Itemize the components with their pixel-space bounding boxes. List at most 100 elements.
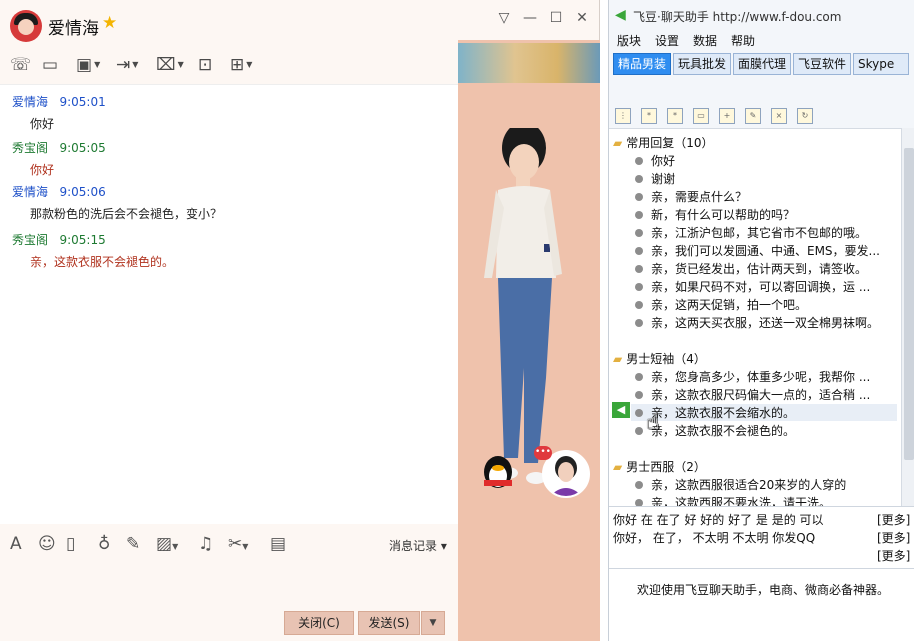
banner-ad[interactable] (458, 43, 600, 83)
reply-item[interactable]: 亲，货已经发出，估计两天到，请签收。 (635, 260, 891, 277)
message-item: 秀宝阁 9:05:05 你好 (12, 139, 106, 177)
vip-star-icon: ★ (102, 13, 118, 33)
message-text: 你好 (30, 117, 55, 131)
feidou-helper-window: ◀ 飞豆·聊天助手 http://www.f-dou.com 版块 设置 数据 … (608, 0, 914, 641)
delete-item-icon[interactable]: × (771, 108, 787, 124)
reply-item[interactable]: 亲，这款西服不要水洗，请干洗。 (635, 494, 891, 506)
category-tab-skype[interactable]: Skype (853, 53, 909, 75)
message-sender: 秀宝阁 9:05:15 (12, 233, 106, 247)
file-transfer-icon[interactable]: ⇥ ▼ (116, 54, 138, 76)
tree-view-icon[interactable]: ⋮ (615, 108, 631, 124)
reply-item[interactable]: 新，有什么可以帮助的吗？ (635, 206, 891, 223)
music-icon[interactable]: ♫ (198, 534, 213, 554)
message-sender: 爱情海 9:05:06 (12, 185, 106, 199)
reply-item[interactable]: 亲，我们可以发圆通、中通、EMS，要发... (635, 242, 891, 259)
close-window-button[interactable]: ✕ (572, 8, 592, 28)
new-group-icon[interactable]: * (641, 108, 657, 124)
voice-icon[interactable]: ♁ (98, 534, 110, 554)
contact-avatar[interactable] (10, 10, 42, 42)
scrollbar-thumb[interactable] (904, 148, 914, 460)
edit-item-icon[interactable]: ✎ (745, 108, 761, 124)
message-list[interactable]: 爱情海 9:05:01 你好 秀宝阁 9:05:05 你好 爱情海 9:05:0… (0, 84, 458, 524)
helper-menu-bar: 版块 设置 数据 帮助 (609, 30, 914, 50)
title-bar: 爱情海 ★ ▽ — ☐ ✕ (0, 0, 600, 42)
shop-icon[interactable]: ▤ (270, 534, 286, 554)
reply-item[interactable]: 亲，江浙沪包邮，其它省市不包邮的哦。 (635, 224, 891, 241)
menu-item-settings[interactable]: 设置 (655, 32, 679, 49)
folder-open-icon: ▰ (613, 460, 623, 474)
back-arrow-icon[interactable]: ◀ (615, 7, 626, 23)
send-button[interactable]: 发送(S) (358, 611, 420, 635)
vibrate-icon[interactable]: ▯ (66, 534, 75, 554)
folder-open-icon: ▰ (613, 136, 623, 150)
pen-icon[interactable]: ✎ (126, 534, 140, 554)
screen-share-icon[interactable]: ▣ ▼ (76, 54, 100, 76)
category-tab-mask[interactable]: 面膜代理 (733, 53, 792, 75)
reply-item[interactable]: 亲，这两天买衣服，还送一双全棉男袜啊。 (635, 314, 891, 331)
qq-chat-window: 爱情海 ★ ▽ — ☐ ✕ ☏ ▭ ▣ ▼ ⇥ ▼ ⌧ ▼ ⊡ ⊞ ▼ 爱情海 9:05… (0, 0, 600, 641)
contact-name[interactable]: 爱情海 (48, 14, 99, 39)
more-link[interactable]: [更多] (877, 529, 910, 546)
emoji-icon[interactable]: ☺ (38, 534, 56, 554)
reply-item[interactable]: 亲，需要点什么？ (635, 188, 891, 205)
typing-badge: ••• (534, 446, 552, 460)
tree-scrollbar[interactable] (901, 128, 914, 506)
send-arrow-icon[interactable]: ◀ (612, 402, 630, 418)
reply-item[interactable]: 亲，如果尺码不对，可以寄回调换，运 ... (635, 278, 891, 295)
quick-phrases: 你好 在 在了 好 好的 好了 是 是的 可以 你好， 在了， 不太明 不太明 … (609, 506, 914, 568)
helper-app-title: 飞豆·聊天助手 http://www.f-dou.com (633, 10, 842, 24)
category-tab-software[interactable]: 飞豆软件 (793, 53, 852, 75)
qq-penguin-icon[interactable] (478, 450, 518, 490)
helper-toolbar: ⋮ * * ▭ + ✎ × ↻ (609, 104, 914, 130)
phone-icon[interactable]: ☏ (10, 54, 31, 76)
reply-item[interactable]: 亲，这款西服很适合20来岁的人穿的 (635, 476, 891, 493)
group-common-replies[interactable]: ▰ 常用回复（10） (613, 134, 714, 151)
reply-item[interactable]: 谢谢 (635, 170, 891, 187)
more-link[interactable]: [更多] (877, 547, 910, 564)
close-button[interactable]: 关闭(C) (284, 611, 354, 635)
menu-item-help[interactable]: 帮助 (731, 32, 755, 49)
history-link[interactable]: 消息记录 ▾ (389, 537, 447, 554)
dropdown-icon[interactable]: ▽ (494, 8, 514, 28)
menu-item-sections[interactable]: 版块 (617, 32, 641, 49)
folder-icon[interactable]: ▭ (693, 108, 709, 124)
category-tab-toys[interactable]: 玩具批发 (673, 53, 732, 75)
image-icon[interactable]: ▨▼ (156, 534, 178, 557)
minimize-button[interactable]: — (520, 8, 540, 28)
new-subgroup-icon[interactable]: * (667, 108, 683, 124)
message-text: 亲，这款衣服不会褪色的。 (30, 255, 175, 269)
qq-show-panel: ••• (458, 40, 600, 641)
video-call-icon[interactable]: ▭ (42, 54, 58, 76)
reply-item[interactable]: 亲，这款衣服尺码偏大一点的，适合稍 ... (635, 386, 891, 403)
screenshot-icon[interactable]: ✂▼ (228, 534, 248, 557)
quick-phrase-row[interactable]: 你好 在 在了 好 好的 好了 是 是的 可以 (613, 511, 824, 528)
welcome-text: 欢迎使用飞豆聊天助手，电商、微商必备神器。 (637, 583, 890, 597)
message-input[interactable] (0, 560, 458, 610)
quick-phrase-row[interactable]: 你好， 在了， 不太明 不太明 你发QQ (613, 529, 815, 546)
message-item: 秀宝阁 9:05:15 亲，这款衣服不会褪色的。 (12, 231, 174, 269)
reply-item[interactable]: 亲，您身高多少，体重多少呢，我帮你 ... (635, 368, 891, 385)
message-text: 你好 (30, 163, 55, 177)
group-chat-icon[interactable]: ⊡ (198, 54, 212, 76)
reply-item-selected[interactable]: 亲，这款衣服不会缩水的。 (631, 404, 897, 421)
message-item: 爱情海 9:05:06 那款粉色的洗后会不会褪色，变小？ (12, 183, 222, 221)
menu-item-data[interactable]: 数据 (693, 32, 717, 49)
helper-title-bar: ◀ 飞豆·聊天助手 http://www.f-dou.com (609, 0, 914, 30)
refresh-icon[interactable]: ↻ (797, 108, 813, 124)
group-mens-tshirts[interactable]: ▰ 男士短袖（4） (613, 350, 706, 367)
message-text: 那款粉色的洗后会不会褪色，变小？ (30, 207, 223, 221)
reply-tree[interactable]: ▰ 常用回复（10） 你好 谢谢 亲，需要点什么？ 新，有什么可以帮助的吗？ 亲，… (609, 128, 901, 506)
folder-open-icon: ▰ (613, 352, 623, 366)
reply-item[interactable]: 亲，这款衣服不会褪色的。 (635, 422, 891, 439)
reply-item[interactable]: 你好 (635, 152, 891, 169)
add-item-icon[interactable]: + (719, 108, 735, 124)
apps-grid-icon[interactable]: ⊞ ▼ (230, 54, 252, 76)
send-options-button[interactable]: ▼ (421, 611, 445, 635)
font-icon[interactable]: A (10, 534, 22, 554)
group-mens-suits[interactable]: ▰ 男士西服（2） (613, 458, 706, 475)
category-tab-menswear[interactable]: 精品男装 (613, 53, 672, 75)
maximize-button[interactable]: ☐ (546, 8, 566, 28)
reply-item[interactable]: 亲，这两天促销，拍一个吧。 (635, 296, 891, 313)
remote-assist-icon[interactable]: ⌧ ▼ (156, 54, 184, 76)
more-link[interactable]: [更多] (877, 511, 910, 528)
